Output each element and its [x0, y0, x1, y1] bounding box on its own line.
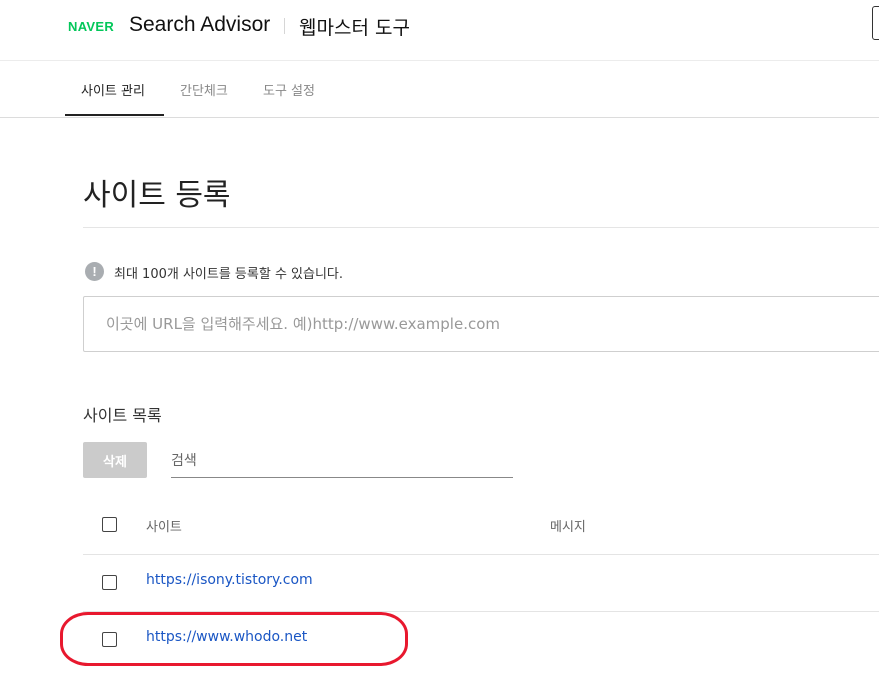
title-divider	[83, 227, 879, 228]
table-row-divider	[83, 611, 879, 612]
info-text: 최대 100개 사이트를 등록할 수 있습니다.	[114, 267, 344, 282]
select-all-checkbox[interactable]	[102, 517, 117, 532]
header-divider	[284, 18, 285, 34]
site-link[interactable]: https://isony.tistory.com	[146, 572, 313, 588]
tabs-divider	[0, 117, 879, 118]
column-header-message: 메시지	[550, 520, 586, 535]
naver-logo[interactable]: NAVER	[68, 19, 114, 34]
row-checkbox[interactable]	[102, 632, 117, 647]
header-menu-button[interactable]	[872, 6, 879, 40]
row-checkbox[interactable]	[102, 575, 117, 590]
site-list-title: 사이트 목록	[83, 406, 162, 425]
tab-tool-settings[interactable]: 도구 설정	[263, 80, 315, 99]
page-title: 사이트 등록	[83, 178, 231, 213]
column-header-site: 사이트	[146, 520, 182, 535]
tool-title: 웹마스터 도구	[299, 17, 410, 39]
tab-site-management[interactable]: 사이트 관리	[81, 80, 145, 99]
url-input[interactable]	[83, 296, 879, 352]
active-tab-indicator	[65, 114, 164, 116]
site-link[interactable]: https://www.whodo.net	[146, 629, 307, 645]
header-divider-line	[0, 60, 879, 61]
table-header-divider	[83, 554, 879, 555]
product-title[interactable]: Search Advisor	[129, 13, 270, 37]
info-icon: !	[85, 262, 104, 281]
tab-simple-check[interactable]: 간단체크	[180, 80, 228, 99]
search-input[interactable]	[171, 444, 513, 478]
delete-button[interactable]: 삭제	[83, 442, 147, 478]
